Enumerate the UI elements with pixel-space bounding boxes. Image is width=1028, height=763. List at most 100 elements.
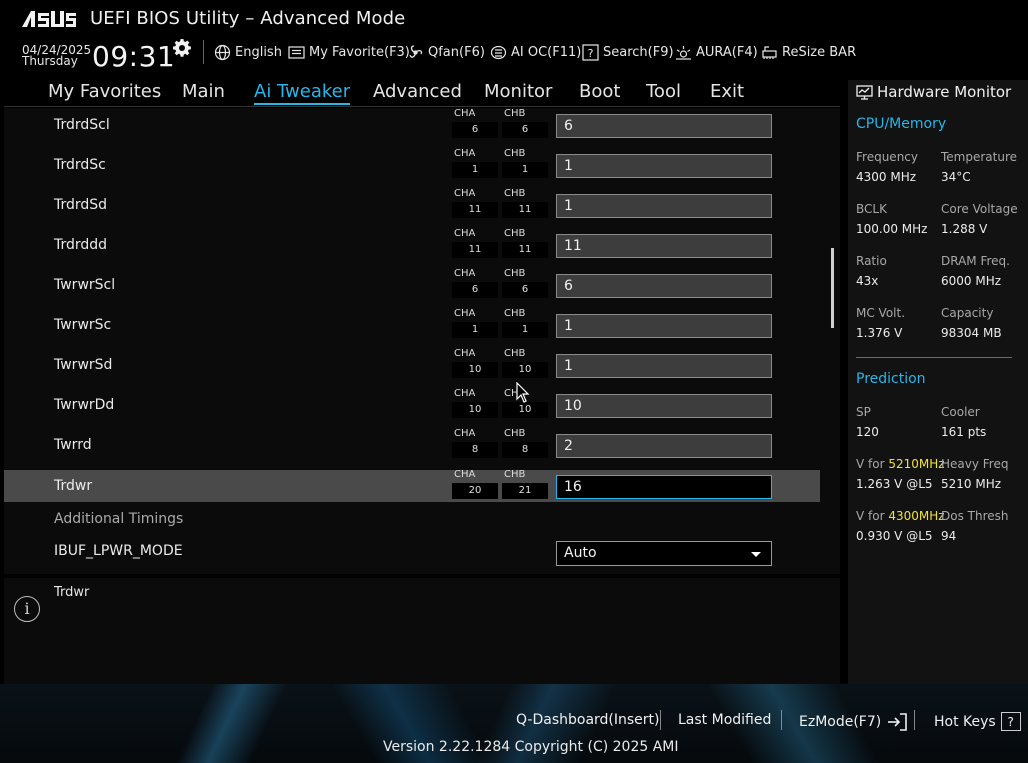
v-for-heavy-value: 1.263 V @L5 [856, 477, 933, 491]
cha-value: 20 [452, 483, 498, 499]
hot-keys-label: Hot Keys [934, 713, 996, 730]
cooler-value: 161 pts [941, 425, 987, 439]
setting-name: IBUF_LPWR_MODE [54, 543, 183, 559]
chb-value: 10 [502, 362, 548, 378]
frequency-label: Frequency [856, 150, 918, 164]
setting-row-trdwr[interactable]: Trdwr CHA 20 CHB 21 16 [4, 469, 820, 503]
tab-advanced[interactable]: Advanced [373, 81, 462, 102]
value-field[interactable]: 2 [556, 434, 772, 458]
cha-readout: CHA 10 [452, 348, 498, 382]
value-field[interactable]: 6 [556, 274, 772, 298]
chb-value: 1 [502, 322, 548, 338]
caret-down-icon [751, 552, 761, 557]
resize-bar-button[interactable]: ReSize BAR [761, 44, 856, 61]
chb-readout: CHB 11 [502, 188, 548, 222]
setting-row-twrrd[interactable]: Twrrd CHA 8 CHB 8 2 [4, 428, 820, 462]
exit-arrow-icon [888, 713, 908, 731]
value-field[interactable]: 1 [556, 314, 772, 338]
tab-tool[interactable]: Tool [646, 81, 681, 102]
ai-oc-button[interactable]: AI OC(F11) [490, 44, 581, 61]
temperature-label: Temperature [941, 150, 1018, 164]
setting-name: TrdrdSc [54, 157, 106, 173]
settings-list: TrdrdScl CHA 6 CHB 6 6 TrdrdSc CHA 1 CHB 1 1… [4, 108, 840, 574]
ai-oc-label: AI OC(F11) [511, 45, 582, 60]
setting-name: TrdrdSd [54, 197, 108, 213]
scrollbar-thumb[interactable] [831, 248, 834, 328]
heavy-freq-value: 5210 MHz [941, 477, 1002, 491]
last-modified-button[interactable]: Last Modified [678, 712, 771, 728]
qfan-button[interactable]: Qfan(F6) [407, 44, 485, 61]
hardware-monitor-title: Hardware Monitor [877, 83, 1012, 101]
cha-label: CHA [454, 388, 476, 399]
value-field[interactable]: 1 [556, 154, 772, 178]
favorite-icon [288, 46, 305, 59]
setting-row-twrwrscl[interactable]: TwrwrScl CHA 6 CHB 6 6 [4, 268, 820, 301]
toolbar-divider [203, 40, 204, 64]
cha-label: CHA [454, 148, 476, 159]
setting-row-trdrdsd[interactable]: TrdrdSd CHA 11 CHB 11 1 [4, 188, 820, 222]
setting-row-ibuf-lpwr-mode[interactable]: IBUF_LPWR_MODE Auto [4, 540, 820, 570]
my-favorite-button[interactable]: My Favorite(F3) [288, 44, 410, 61]
aura-light-icon [676, 46, 691, 60]
v-for-heavy-label: V for 5210MHz [856, 457, 945, 471]
setting-row-trdrdscl[interactable]: TrdrdScl CHA 6 CHB 6 6 [4, 108, 820, 142]
cha-label: CHA [454, 348, 476, 359]
value-field[interactable]: 1 [556, 194, 772, 218]
ai-chip-icon [490, 45, 507, 60]
tab-boot[interactable]: Boot [579, 81, 620, 102]
cha-readout: CHA 11 [452, 188, 498, 222]
core-voltage-label: Core Voltage [941, 202, 1018, 216]
dram-freq-value: 6000 MHz [941, 274, 1002, 288]
cha-value: 11 [452, 242, 498, 258]
setting-row-twrwrdd[interactable]: TwrwrDd CHA 10 CHB 10 10 [4, 388, 820, 421]
value-field[interactable]: 10 [556, 394, 772, 418]
chb-value: 10 [502, 402, 548, 418]
cha-label: CHA [454, 188, 476, 199]
value-field[interactable]: 1 [556, 354, 772, 378]
q-dashboard-button[interactable]: Q-Dashboard(Insert) [516, 712, 660, 728]
ibuf-lpwr-mode-dropdown[interactable]: Auto [556, 541, 772, 566]
footer-divider [914, 710, 915, 730]
asus-logo [22, 11, 76, 27]
chb-label: CHB [504, 228, 526, 239]
tab-monitor[interactable]: Monitor [484, 81, 552, 102]
ezmode-button[interactable]: EzMode(F7) [799, 712, 908, 732]
app-title: UEFI BIOS Utility – Advanced Mode [90, 8, 406, 29]
chb-readout: CHB 8 [502, 428, 548, 462]
setting-row-twrwrsc[interactable]: TwrwrSc CHA 1 CHB 1 1 [4, 308, 820, 341]
help-key-icon: ? [1000, 712, 1021, 731]
cha-readout: CHA 6 [452, 108, 498, 142]
top-header: UEFI BIOS Utility – Advanced Mode 04/24/… [0, 0, 1028, 80]
chb-label: CHB [504, 188, 526, 199]
bclk-label: BCLK [856, 202, 887, 216]
setting-name: TwrwrDd [54, 397, 115, 413]
value-field[interactable]: 16 [556, 475, 772, 499]
search-button[interactable]: ? Search(F9) [582, 44, 674, 61]
v-for-frequency: 4300MHz [888, 509, 945, 523]
help-text: Trdwr [54, 585, 90, 600]
cha-value: 1 [452, 162, 498, 178]
value-field[interactable]: 11 [556, 234, 772, 258]
setting-row-trdrdsc[interactable]: TrdrdSc CHA 1 CHB 1 1 [4, 148, 820, 181]
language-button[interactable]: English [214, 44, 282, 61]
resize-bar-icon [762, 46, 777, 59]
hot-keys-button[interactable]: Hot Keys ? [934, 712, 1021, 731]
dram-freq-label: DRAM Freq. [941, 254, 1010, 268]
setting-row-trdrddd[interactable]: Trdrddd CHA 11 CHB 11 11 [4, 228, 820, 261]
chb-readout: CHB 21 [502, 469, 548, 503]
setting-row-twrwrsd[interactable]: TwrwrSd CHA 10 CHB 10 1 [4, 348, 820, 382]
gear-icon[interactable] [172, 38, 192, 58]
tab-exit[interactable]: Exit [710, 81, 744, 102]
globe-icon [214, 44, 231, 61]
core-voltage-value: 1.288 V [941, 222, 988, 236]
value-field[interactable]: 6 [556, 114, 772, 138]
tab-my-favorites[interactable]: My Favorites [48, 81, 161, 102]
tab-ai-tweaker[interactable]: Ai Tweaker [254, 81, 351, 105]
aura-button[interactable]: AURA(F4) [675, 44, 758, 61]
chb-label: CHB [504, 388, 526, 399]
setting-name: TwrwrSc [54, 317, 112, 333]
chb-readout: CHB 10 [502, 348, 548, 382]
tab-main[interactable]: Main [182, 81, 225, 102]
temperature-value: 34°C [941, 170, 971, 184]
version-text: Version 2.22.1284 Copyright (C) 2025 AMI [383, 739, 679, 755]
